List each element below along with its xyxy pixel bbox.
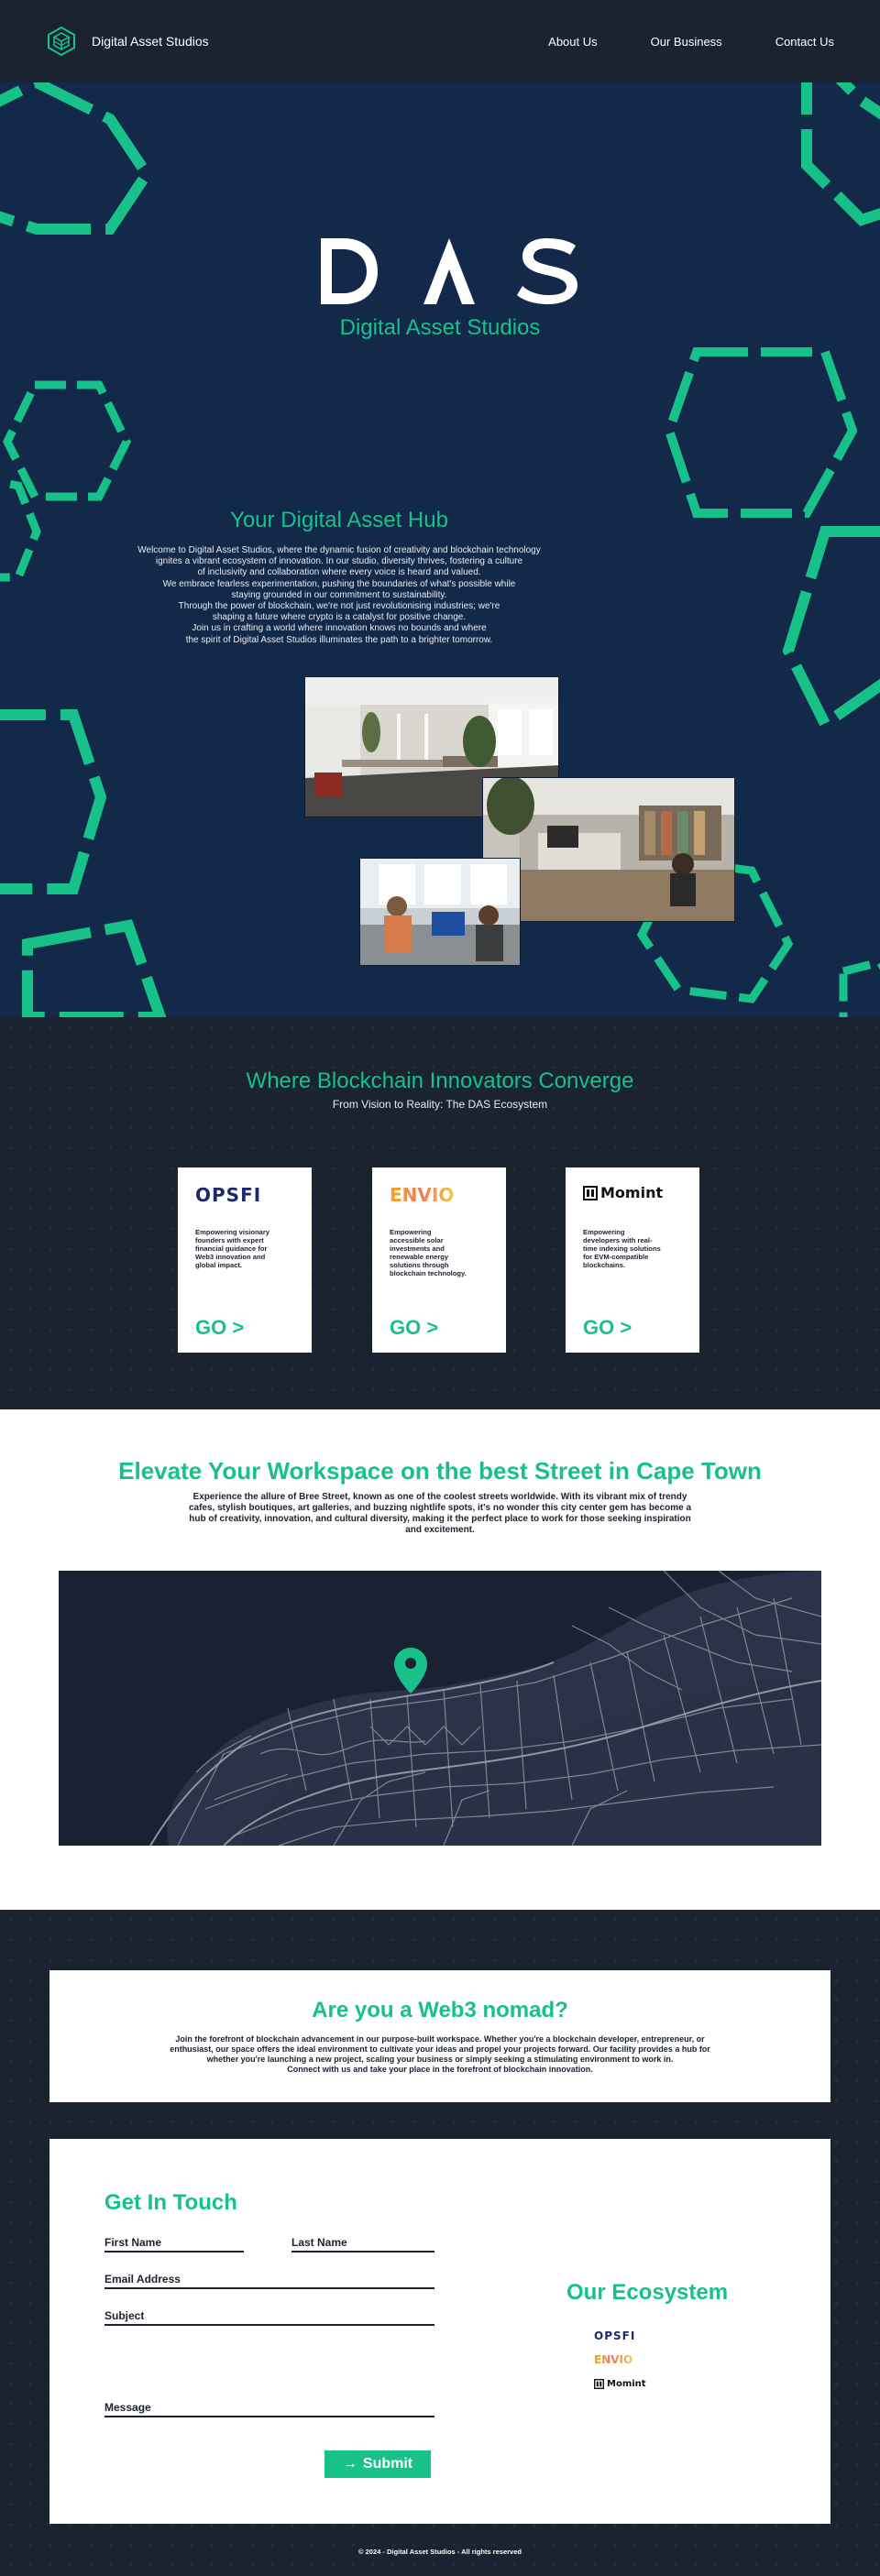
submit-label: Submit: [362, 2456, 413, 2472]
arrow-right-icon: →: [342, 2456, 358, 2472]
hub-line: Welcome to Digital Asset Studios, where …: [138, 545, 541, 555]
hub-line: shaping a future where crypto is a catal…: [212, 612, 467, 623]
nav-link-our-business[interactable]: Our Business: [651, 35, 722, 49]
nomad-line: Join the forefront of blockchain advance…: [175, 2034, 705, 2044]
nomad-panel: Are you a Web3 nomad? Join the forefront…: [50, 1970, 830, 2102]
go-button[interactable]: GO >: [390, 1316, 438, 1340]
nomad-line: Connect with us and take your place in t…: [287, 2065, 593, 2074]
hub-text: Welcome to Digital Asset Studios, where …: [119, 545, 559, 646]
message-field[interactable]: Message: [104, 2401, 434, 2417]
go-button[interactable]: GO >: [583, 1316, 632, 1340]
card-description: Empowering visionary founders with exper…: [195, 1228, 270, 1269]
nomad-line: whether you're launching a new project, …: [206, 2055, 674, 2064]
card-description: Empowering accessible solar investments …: [390, 1228, 467, 1277]
nav-link-about-us[interactable]: About Us: [548, 35, 597, 49]
submit-button[interactable]: → Submit: [324, 2450, 431, 2478]
ecosystem-link-envio[interactable]: ENVIO: [594, 2348, 646, 2372]
location-section: Elevate Your Workspace on the best Stree…: [0, 1409, 880, 1910]
ecosystem-section: Where Blockchain Innovators Converge Fro…: [0, 1017, 880, 1409]
ecosystem-card-opsfi: OPSFI Empowering visionary founders with…: [178, 1167, 312, 1353]
momint-logo: Momint: [583, 1184, 682, 1208]
ecosystem-link-momint[interactable]: Momint: [594, 2372, 646, 2395]
ecosystem-card-momint: Momint Empowering developers with real-t…: [566, 1167, 699, 1353]
momint-mark-icon: [594, 2378, 604, 2389]
das-logo: [321, 238, 578, 304]
brand-name: Digital Asset Studios: [92, 34, 209, 49]
subject-field[interactable]: Subject: [104, 2309, 434, 2326]
location-text: Experience the allure of Bree Street, kn…: [188, 1492, 692, 1535]
nomad-title: Are you a Web3 nomad?: [312, 1998, 568, 2022]
contact-title: Get In Touch: [104, 2190, 237, 2215]
hero-subtitle: Digital Asset Studios: [339, 315, 541, 340]
nav-link-contact-us[interactable]: Contact Us: [776, 35, 834, 49]
cape-town-map[interactable]: [59, 1571, 821, 1846]
envio-logo: ENVIO: [390, 1184, 455, 1206]
email-field[interactable]: Email Address: [104, 2273, 434, 2289]
opsfi-logo: OPSFI: [195, 1184, 262, 1206]
hub-line: Join us in crafting a world where innova…: [192, 623, 487, 634]
card-description: Empowering developers with real-time ind…: [583, 1228, 661, 1269]
first-name-field[interactable]: First Name: [104, 2236, 244, 2253]
hub-line: staying grounded in our commitment to su…: [231, 589, 447, 600]
hub-title: Your Digital Asset Hub: [230, 508, 448, 532]
brand[interactable]: Digital Asset Studios: [46, 26, 209, 57]
ecosystem-title: Where Blockchain Innovators Converge: [246, 1069, 634, 1093]
nomad-line: enthusiast, our space offers the ideal e…: [170, 2044, 710, 2054]
contact-area: Are you a Web3 nomad? Join the forefront…: [0, 1910, 880, 2576]
ecosystem-card-envio: ENVIO Empowering accessible solar invest…: [372, 1167, 506, 1353]
nav-links: About Us Our Business Contact Us: [548, 35, 834, 49]
ecosystem-subtitle: From Vision to Reality: The DAS Ecosyste…: [332, 1098, 548, 1111]
cube-logo-icon: [48, 26, 75, 57]
our-ecosystem-title: Our Ecosystem: [566, 2280, 729, 2305]
top-nav: Digital Asset Studios About Us Our Busin…: [0, 0, 880, 82]
footer-copyright: © 2024 - Digital Asset Studios - All rig…: [358, 2548, 522, 2556]
hub-line: Through the power of blockchain, we're n…: [178, 601, 500, 612]
nomad-text: Join the forefront of blockchain advance…: [132, 2034, 748, 2075]
hub-line: the spirit of Digital Asset Studios illu…: [185, 634, 493, 645]
hub-line: We embrace fearless experimentation, pus…: [162, 578, 516, 589]
go-button[interactable]: GO >: [195, 1316, 244, 1340]
office-photo-3: [359, 858, 521, 966]
location-title: Elevate Your Workspace on the best Stree…: [118, 1457, 762, 1485]
contact-panel: Get In Touch First Name Last Name Email …: [50, 2139, 830, 2524]
hub-line: of inclusivity and collaboration where e…: [197, 567, 481, 578]
hero-section: Digital Asset Studios Your Digital Asset…: [0, 82, 880, 1017]
momint-mark-icon: [583, 1185, 598, 1200]
ecosystem-logo-list: OPSFI ENVIO Momint: [594, 2324, 646, 2395]
ecosystem-link-opsfi[interactable]: OPSFI: [594, 2324, 646, 2348]
page: Digital Asset Studios About Us Our Busin…: [0, 0, 880, 2576]
hub-line: ignites a vibrant ecosystem of innovatio…: [155, 556, 523, 567]
last-name-field[interactable]: Last Name: [292, 2236, 434, 2253]
